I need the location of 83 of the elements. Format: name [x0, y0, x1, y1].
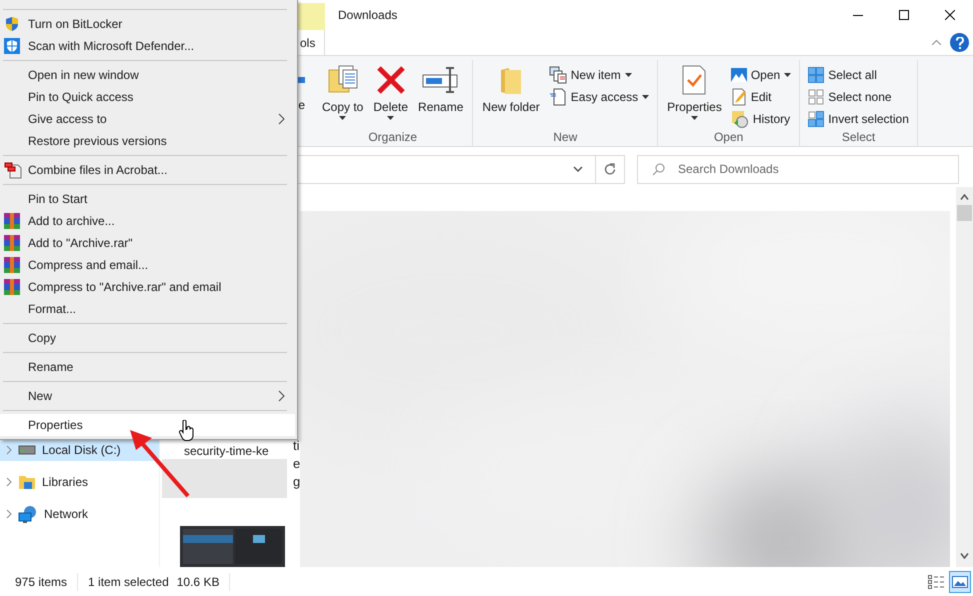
navigation-item[interactable]: Network: [0, 503, 159, 525]
menu-item[interactable]: Give access to: [0, 108, 295, 130]
menu-item[interactable]: Pin to Quick access: [0, 86, 295, 108]
ribbon-button[interactable]: New item: [546, 64, 652, 86]
ribbon-group-label: Organize: [367, 130, 418, 144]
scrollbar-thumb[interactable]: [957, 205, 972, 221]
file-name: security-time-ke: [183, 445, 270, 457]
ribbon-button[interactable]: Easy access: [546, 86, 652, 108]
maximize-icon: [899, 10, 909, 20]
close-icon: [945, 10, 955, 20]
ribbon-button[interactable]: Edit: [728, 86, 794, 108]
drive-icon: [18, 444, 36, 456]
ribbon-button[interactable]: Select all: [806, 64, 911, 86]
ribbon-button[interactable]: New folder: [479, 60, 543, 130]
menu-item[interactable]: Rename: [0, 356, 295, 378]
delete-icon: [374, 64, 407, 96]
minimize-icon: [853, 14, 863, 16]
menu-item[interactable]: Open in new window: [0, 64, 295, 86]
menu-item[interactable]: Compress and email...: [0, 254, 295, 276]
help-button[interactable]: [950, 33, 969, 52]
select-none-icon: [808, 89, 824, 105]
edit-icon: [730, 88, 747, 106]
scroll-down-icon: [960, 553, 969, 559]
ribbon-button[interactable]: Delete: [370, 60, 412, 130]
refresh-icon: [604, 163, 616, 175]
image-icon: [730, 67, 747, 83]
ribbon-group-label: Select: [840, 130, 876, 144]
ribbon-button[interactable]: Invert selection: [806, 108, 911, 130]
scrollbar[interactable]: [956, 187, 973, 567]
menu-item[interactable]: Restore previous versions: [0, 130, 295, 152]
large-icons-view-icon: [952, 576, 968, 588]
archive-icon: [4, 213, 20, 229]
file-thumbnail[interactable]: [180, 526, 285, 567]
menu-item[interactable]: Compress to "Archive.rar" and email: [0, 276, 295, 298]
library-icon: [18, 474, 36, 490]
network-icon: [18, 505, 38, 523]
properties-icon: [681, 64, 708, 96]
file-name: e: [293, 455, 300, 473]
navigation-item[interactable]: Local Disk (C:): [0, 439, 159, 461]
archive-icon: [4, 235, 20, 251]
search-icon: [652, 162, 665, 176]
file-name: ti: [293, 437, 300, 455]
ribbon-button[interactable]: Copy to: [319, 60, 366, 130]
hand-cursor-icon: [179, 420, 195, 442]
file-thumbnail[interactable]: [162, 459, 287, 498]
shield-icon: [4, 38, 20, 54]
window-title: Downloads: [338, 7, 398, 24]
menu-item[interactable]: Pin to Start: [0, 188, 295, 210]
menu-item[interactable]: New: [0, 385, 295, 407]
scroll-up-icon: [960, 194, 969, 200]
menu-item[interactable]: Properties: [0, 414, 295, 436]
details-view-icon: [928, 574, 944, 588]
view-button[interactable]: [949, 570, 971, 592]
invert-selection-icon: [808, 111, 824, 127]
ribbon-group-label: Open: [712, 130, 744, 144]
ribbon-button[interactable]: Properties: [664, 60, 725, 130]
ribbon-button[interactable]: History: [728, 108, 794, 130]
select-all-icon: [808, 67, 824, 83]
archive-icon: [4, 257, 20, 273]
chevron-up-icon: [932, 40, 940, 45]
menu-item[interactable]: Add to "Archive.rar": [0, 232, 295, 254]
ribbon-group-label: New: [552, 130, 578, 144]
navigation-item[interactable]: Libraries: [0, 471, 159, 493]
contextual-tab-header: [298, 3, 325, 30]
ribbon-button[interactable]: Rename: [415, 60, 466, 130]
menu-item[interactable]: Add to archive...: [0, 210, 295, 232]
search-field[interactable]: Search Downloads: [637, 154, 959, 184]
document-icon: [548, 88, 567, 106]
status-text: 975 items: [15, 574, 68, 590]
documents-icon: [4, 161, 22, 179]
ribbon-button[interactable]: Select none: [806, 86, 911, 108]
status-text: 10.6 KB: [176, 572, 230, 590]
status-text: 1 item selected: [77, 572, 169, 590]
menu-item[interactable]: Combine files in Acrobat...: [0, 159, 295, 181]
new-item-icon: [548, 66, 567, 84]
history-icon: [730, 110, 749, 128]
file-name: g: [293, 473, 300, 491]
archive-icon: [4, 279, 20, 295]
menu-item[interactable]: Format...: [0, 298, 295, 320]
menu-item[interactable]: Copy: [0, 327, 295, 349]
ribbon-button[interactable]: Open: [728, 64, 794, 86]
shield-icon: [4, 16, 20, 32]
help-icon: [956, 36, 964, 48]
